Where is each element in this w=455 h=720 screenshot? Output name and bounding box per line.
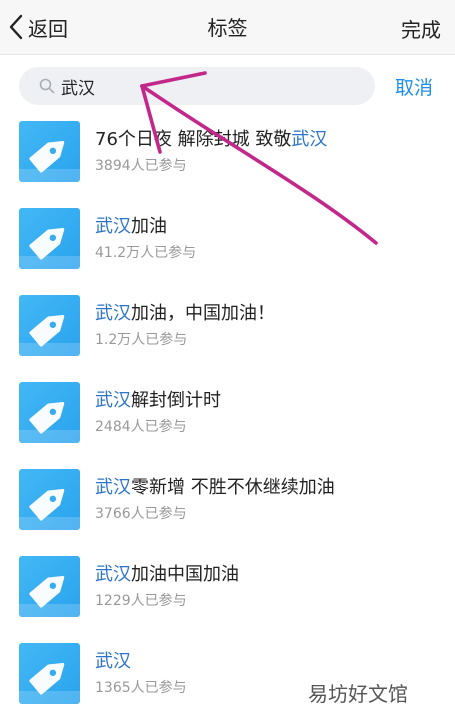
page-title: 标签 xyxy=(207,16,248,40)
tag-thumbnail xyxy=(19,295,80,356)
tag-name-highlight: 武汉 xyxy=(95,651,131,672)
back-button[interactable]: 返回 xyxy=(8,10,68,44)
tag-name: 武汉零新增 不胜不休继续加油 xyxy=(95,473,335,499)
tag-name-suffix: 零新增 不胜不休继续加油 xyxy=(131,477,335,498)
cancel-button[interactable]: 取消 xyxy=(395,73,433,100)
tag-name-suffix: 加油，中国加油！ xyxy=(131,303,275,324)
tag-icon xyxy=(19,295,80,356)
tag-thumbnail xyxy=(19,121,80,182)
tag-icon xyxy=(19,208,80,269)
tag-name: 武汉 xyxy=(95,647,131,673)
tag-name-suffix: 解封倒计时 xyxy=(131,390,221,411)
tag-name: 武汉解封倒计时 xyxy=(95,386,221,412)
top-bar: 返回 标签 完成 xyxy=(0,0,455,55)
tag-name-highlight: 武汉 xyxy=(95,303,131,324)
tag-list-item[interactable]: 武汉解封倒计时 2484人已参与 xyxy=(0,371,455,458)
tag-thumbnail xyxy=(19,469,80,530)
tag-name-suffix: 加油 xyxy=(131,216,167,237)
tag-name-prefix: 76个日夜 解除封城 致敬 xyxy=(95,129,292,150)
tag-name: 76个日夜 解除封城 致敬武汉 xyxy=(95,125,327,151)
tag-name-highlight: 武汉 xyxy=(95,477,131,498)
tag-name: 武汉加油 xyxy=(95,212,167,238)
tag-icon xyxy=(19,382,80,443)
back-label: 返回 xyxy=(28,16,68,41)
participant-count: 1365人已参与 xyxy=(95,680,187,696)
tag-list: 76个日夜 解除封城 致敬武汉 3894人已参与 武汉加油 41.2万人已参与 … xyxy=(0,110,455,719)
tag-list-item[interactable]: 武汉加油中国加油 1229人已参与 xyxy=(0,545,455,632)
tag-list-item[interactable]: 武汉加油，中国加油！ 1.2万人已参与 xyxy=(0,284,455,371)
participant-count: 3894人已参与 xyxy=(95,158,187,174)
tag-name-highlight: 武汉 xyxy=(95,390,131,411)
search-bar: 取消 xyxy=(0,55,455,117)
search-icon xyxy=(39,78,55,94)
tag-name-highlight: 武汉 xyxy=(291,129,328,150)
tag-name: 武汉加油中国加油 xyxy=(95,560,239,586)
tag-name-highlight: 武汉 xyxy=(95,216,131,237)
tag-list-item[interactable]: 76个日夜 解除封城 致敬武汉 3894人已参与 xyxy=(0,110,455,197)
tag-name-suffix: 加油中国加油 xyxy=(131,564,239,585)
tag-thumbnail xyxy=(19,382,80,443)
chevron-left-icon xyxy=(9,14,23,40)
tag-thumbnail xyxy=(19,643,80,704)
tag-list-item[interactable]: 武汉零新增 不胜不休继续加油 3766人已参与 xyxy=(0,458,455,545)
participant-count: 1229人已参与 xyxy=(95,593,187,609)
tag-name-highlight: 武汉 xyxy=(95,564,131,585)
search-box[interactable] xyxy=(19,67,375,105)
tag-name: 武汉加油，中国加油！ xyxy=(95,299,275,325)
participant-count: 3766人已参与 xyxy=(95,506,187,522)
watermark: 易坊好文馆 xyxy=(308,682,408,706)
participant-count: 2484人已参与 xyxy=(95,419,187,435)
tag-icon xyxy=(19,469,80,530)
participant-count: 1.2万人已参与 xyxy=(95,332,188,348)
tag-icon xyxy=(19,121,80,182)
participant-count: 41.2万人已参与 xyxy=(95,245,197,261)
tag-icon xyxy=(19,556,80,617)
search-input[interactable] xyxy=(61,76,341,96)
done-button[interactable]: 完成 xyxy=(401,14,441,43)
tag-thumbnail xyxy=(19,556,80,617)
tag-list-item[interactable]: 武汉加油 41.2万人已参与 xyxy=(0,197,455,284)
tag-thumbnail xyxy=(19,208,80,269)
tag-icon xyxy=(19,643,80,704)
